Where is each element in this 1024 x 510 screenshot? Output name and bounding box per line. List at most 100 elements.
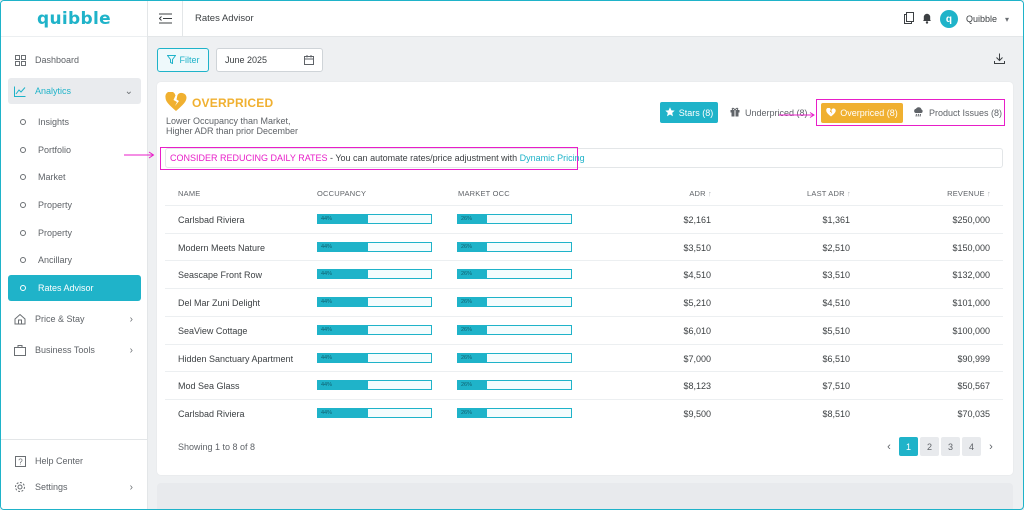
property-name[interactable]: Mod Sea Glass	[178, 381, 240, 391]
page-button[interactable]: 4	[962, 437, 981, 456]
menu-toggle-icon[interactable]	[158, 13, 172, 25]
column-header-label: LAST ADR	[807, 189, 845, 198]
sidebar-item-portfolio[interactable]: Portfolio	[8, 137, 141, 163]
market-occ-bar: 26%	[457, 324, 572, 335]
documents-icon[interactable]	[903, 12, 914, 26]
column-header-occupancy[interactable]: OCCUPANCY	[317, 189, 366, 198]
occupancy-bar: 44%	[317, 352, 432, 363]
sidebar-item-property-2[interactable]: Property	[8, 220, 141, 246]
revenue-value: $132,000	[952, 270, 990, 281]
sidebar-item-analytics[interactable]: Analytics ⌄	[8, 78, 141, 104]
user-name[interactable]: Quibble	[966, 14, 997, 24]
table-row[interactable]: Modern Meets Nature 44% 26% $3,510 $2,510 $15…	[165, 232, 1003, 261]
occupancy-bar: 44%	[317, 407, 432, 418]
logo[interactable]: quibble	[1, 1, 147, 37]
sidebar-item-ancillary[interactable]: Ancillary	[8, 247, 141, 273]
market-occ-value: 26%	[461, 299, 473, 306]
column-header-name[interactable]: NAME	[178, 189, 200, 198]
analytics-icon	[14, 85, 26, 97]
page-button[interactable]: 1	[899, 437, 918, 456]
sort-icon: ↑	[847, 189, 851, 198]
chevron-right-icon: ›	[129, 313, 133, 325]
filter-button[interactable]: Filter	[157, 48, 209, 72]
sidebar-item-settings[interactable]: Settings ›	[8, 474, 141, 500]
annotation-arrow	[779, 112, 815, 118]
tab-label: Product Issues (8)	[929, 108, 1003, 118]
property-name[interactable]: Del Mar Zuni Delight	[178, 298, 260, 308]
recommendation-text: CONSIDER REDUCING DAILY RATES - You can …	[170, 153, 585, 163]
avatar[interactable]: q	[939, 10, 958, 28]
category-description: Higher ADR than prior December	[166, 126, 299, 136]
table-row[interactable]: Carlsbad Riviera 44% 26% $9,500 $8,510 $70,03…	[165, 398, 1003, 427]
sidebar-item-help-center[interactable]: ? Help Center	[8, 448, 141, 474]
page-title: Rates Advisor	[195, 13, 254, 24]
column-header-label: REVENUE	[947, 189, 985, 198]
page-button[interactable]: 2	[920, 437, 939, 456]
property-name[interactable]: SeaView Cottage	[178, 326, 247, 336]
occupancy-value: 44%	[321, 216, 333, 222]
bullet-icon	[20, 174, 26, 180]
previous-page-button[interactable]: ‹	[881, 437, 897, 456]
broken-heart-icon	[165, 91, 187, 114]
last-adr-value: $8,510	[822, 408, 850, 419]
adr-value: $9,500	[683, 408, 711, 419]
sidebar-item-insights[interactable]: Insights	[8, 109, 141, 135]
market-occ-value: 26%	[461, 326, 473, 333]
column-header-revenue[interactable]: REVENUE ↑	[947, 189, 991, 198]
bullet-icon	[20, 230, 26, 236]
occupancy-value: 44%	[321, 299, 333, 306]
page-button[interactable]: 3	[941, 437, 960, 456]
market-occ-value: 26%	[461, 382, 473, 389]
sidebar-item-business-tools[interactable]: Business Tools ›	[8, 337, 141, 363]
property-name[interactable]: Seascape Front Row	[178, 270, 262, 280]
app-frame: quibble Dashboard Analytics ⌄ Insights P…	[0, 0, 1024, 510]
sidebar: quibble Dashboard Analytics ⌄ Insights P…	[1, 1, 148, 509]
column-header-adr[interactable]: ADR ↑	[689, 189, 712, 198]
market-occ-bar: 26%	[457, 352, 572, 363]
sidebar-item-market[interactable]: Market	[8, 164, 141, 190]
sidebar-item-label: Property	[38, 200, 73, 210]
dynamic-pricing-link[interactable]: Dynamic Pricing	[520, 153, 585, 163]
table-row[interactable]: Hidden Sanctuary Apartment 44% 26% $7,000 $6…	[165, 343, 1003, 372]
sidebar-item-label: Settings	[35, 482, 68, 492]
sidebar-item-label: Business Tools	[35, 345, 95, 355]
briefcase-icon	[14, 344, 26, 356]
property-name[interactable]: Modern Meets Nature	[178, 243, 265, 253]
last-adr-value: $7,510	[822, 381, 850, 392]
table-row[interactable]: Del Mar Zuni Delight 44% 26% $5,210 $4,510 $1…	[165, 288, 1003, 316]
property-name[interactable]: Hidden Sanctuary Apartment	[178, 354, 293, 364]
sidebar-item-property[interactable]: Property	[8, 192, 141, 218]
next-page-button[interactable]: ›	[983, 437, 999, 456]
chevron-down-icon[interactable]: ▾	[1005, 15, 1009, 24]
star-icon	[665, 106, 675, 119]
market-occ-value: 26%	[461, 409, 473, 416]
property-name[interactable]: Carlsbad Riviera	[178, 409, 245, 419]
bell-icon[interactable]	[922, 12, 932, 26]
table-row[interactable]: SeaView Cottage 44% 26% $6,010 $5,510 $100,00…	[165, 315, 1003, 344]
sidebar-item-rates-advisor[interactable]: Rates Advisor	[8, 275, 141, 301]
download-icon[interactable]	[994, 53, 1005, 66]
bullet-icon	[20, 147, 26, 153]
last-adr-value: $1,361	[822, 215, 850, 225]
tab-stars[interactable]: Stars (8)	[660, 102, 718, 123]
month-picker[interactable]: June 2025	[216, 48, 323, 72]
column-header-last-adr[interactable]: LAST ADR ↑	[807, 189, 851, 198]
market-occ-bar: 26%	[457, 214, 572, 224]
table-row[interactable]: Seascape Front Row 44% 26% $4,510 $3,510 $132…	[165, 260, 1003, 288]
last-adr-value: $4,510	[822, 298, 850, 309]
table-row[interactable]: Mod Sea Glass 44% 26% $8,123 $7,510 $50,567	[165, 371, 1003, 399]
tab-overpriced[interactable]: Overpriced (8)	[821, 103, 903, 123]
adr-value: $5,210	[683, 298, 711, 309]
pagination: ‹ 1 2 3 4 ›	[881, 437, 999, 456]
tab-product-issues[interactable]: Product Issues (8)	[913, 103, 1002, 123]
column-header-market-occ[interactable]: MARKET OCC	[458, 189, 510, 198]
property-name[interactable]: Carlsbad Riviera	[178, 215, 245, 225]
calendar-icon[interactable]	[304, 55, 314, 67]
table-row[interactable]: Carlsbad Riviera 44% 26% $2,161 $1,361 $250,0…	[165, 205, 1003, 233]
column-header-label: ADR	[689, 189, 706, 198]
market-occ-bar: 26%	[457, 297, 572, 308]
category-description: Lower Occupancy than Market,	[166, 116, 291, 126]
sidebar-item-dashboard[interactable]: Dashboard	[8, 47, 141, 73]
sidebar-item-label: Dashboard	[35, 55, 80, 65]
sidebar-item-price-stay[interactable]: Price & Stay ›	[8, 306, 141, 332]
